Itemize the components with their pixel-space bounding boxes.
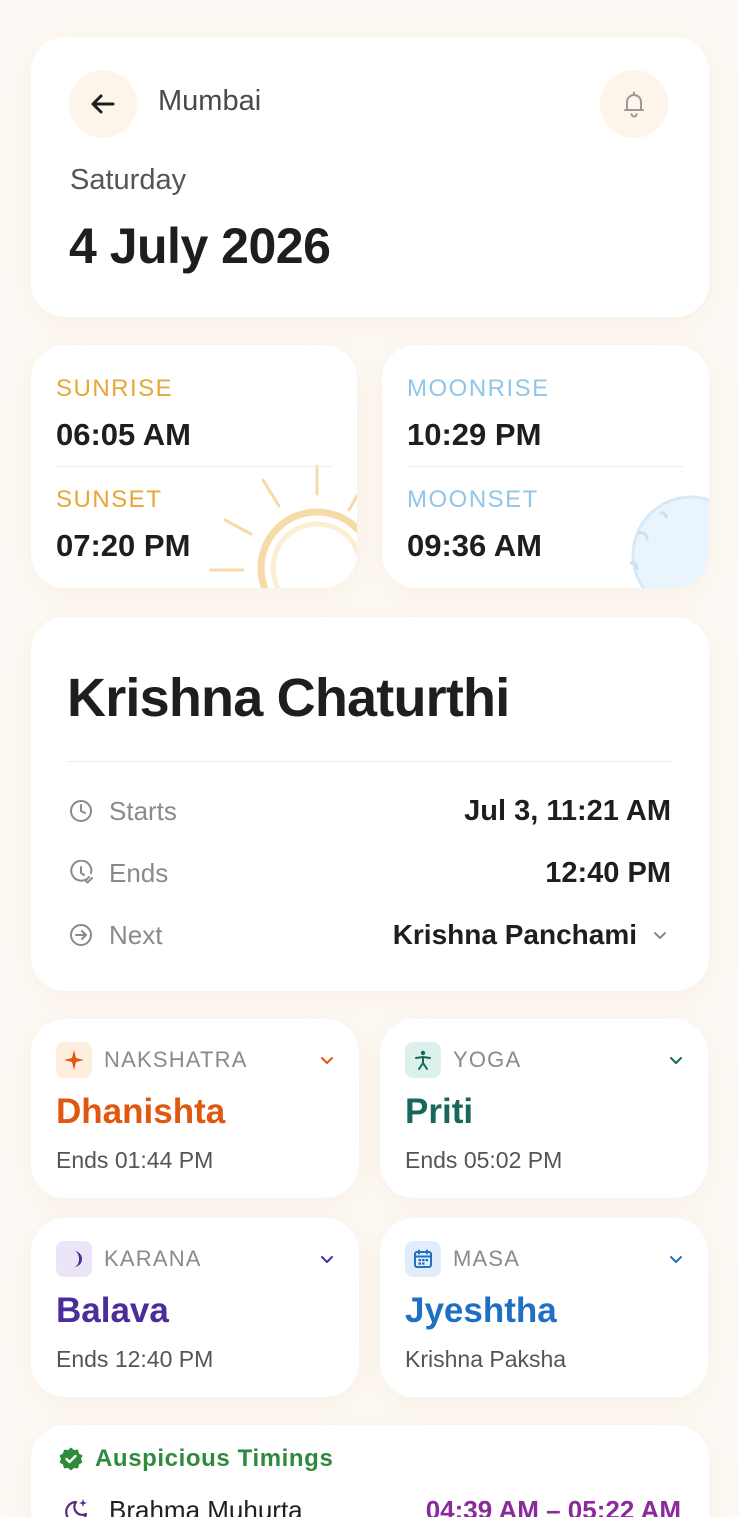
karana-value: Balava <box>56 1291 169 1330</box>
karana-label: KARANA <box>104 1246 202 1271</box>
arrow-circle-right-icon <box>67 921 95 949</box>
auspicious-timings-title: Auspicious Timings <box>95 1445 334 1472</box>
starts-label: Starts <box>109 795 177 826</box>
header-card: Mumbai Saturday 4 July 2026 <box>31 37 709 317</box>
sunrise-label: SUNRISE <box>56 375 174 402</box>
notifications-button[interactable] <box>600 70 668 138</box>
yoga-figure-icon <box>405 1042 441 1078</box>
sun-decoration-icon <box>209 464 357 588</box>
chevron-down-icon[interactable] <box>668 1052 684 1068</box>
starts-value: Jul 3, 11:21 AM <box>464 794 671 827</box>
yoga-value: Priti <box>405 1092 474 1131</box>
ends-value: 12:40 PM <box>545 856 671 889</box>
city-name: Mumbai <box>158 85 262 117</box>
yoga-card[interactable]: YOGA Priti Ends 05:02 PM <box>380 1019 708 1198</box>
nakshatra-label: NAKSHATRA <box>104 1047 248 1072</box>
nakshatra-card[interactable]: NAKSHATRA Dhanishta Ends 01:44 PM <box>31 1019 359 1198</box>
sunset-label: SUNSET <box>56 486 163 513</box>
chevron-down-icon[interactable] <box>651 926 669 944</box>
weekday: Saturday <box>70 164 187 196</box>
chevron-down-icon[interactable] <box>319 1251 335 1267</box>
brahma-muhurta-time: 04:39 AM – 05:22 AM <box>425 1495 681 1517</box>
sun-card: SUNRISE 06:05 AM SUNSET 07:20 PM <box>31 345 357 588</box>
half-moon-icon <box>56 1241 92 1277</box>
yoga-ends: Ends 05:02 PM <box>405 1147 563 1173</box>
ends-label: Ends <box>109 857 169 888</box>
date-heading: 4 July 2026 <box>69 218 331 274</box>
moon-decoration-icon <box>629 495 709 588</box>
bell-icon <box>624 91 644 118</box>
back-button[interactable] <box>69 70 137 138</box>
next-value: Krishna Panchami <box>392 919 637 950</box>
divider <box>56 466 332 467</box>
moonset-label: MOONSET <box>407 486 539 513</box>
auspicious-timings-card: Auspicious Timings Brahma Muhurta 04:39 … <box>31 1425 709 1517</box>
chevron-down-icon[interactable] <box>319 1052 335 1068</box>
next-label: Next <box>109 919 163 950</box>
karana-ends: Ends 12:40 PM <box>56 1346 214 1372</box>
nakshatra-ends: Ends 01:44 PM <box>56 1147 214 1173</box>
clock-check-icon <box>67 859 95 887</box>
masa-label: MASA <box>453 1246 521 1271</box>
masa-value: Jyeshtha <box>405 1291 557 1330</box>
moonrise-time: 10:29 PM <box>407 417 542 452</box>
karana-card[interactable]: KARANA Balava Ends 12:40 PM <box>31 1218 359 1397</box>
brahma-muhurta-label: Brahma Muhurta <box>109 1495 303 1517</box>
yoga-label: YOGA <box>453 1047 522 1072</box>
arrow-left-icon <box>91 94 115 114</box>
masa-paksha: Krishna Paksha <box>405 1346 567 1372</box>
sunrise-time: 06:05 AM <box>56 417 191 452</box>
clock-icon <box>67 797 95 825</box>
chevron-down-icon[interactable] <box>668 1251 684 1267</box>
nakshatra-value: Dhanishta <box>56 1092 226 1131</box>
tithi-name: Krishna Chaturthi <box>67 668 510 728</box>
moonset-time: 09:36 AM <box>407 528 542 563</box>
calendar-icon <box>405 1241 441 1277</box>
divider <box>67 761 673 762</box>
sparkle-icon <box>56 1042 92 1078</box>
masa-card[interactable]: MASA Jyeshtha Krishna Paksha <box>380 1218 708 1397</box>
divider <box>407 466 683 467</box>
tithi-next-row[interactable]: Next Krishna Panchami <box>67 915 671 955</box>
moon-card: MOONRISE 10:29 PM MOONSET 09:36 AM <box>382 345 709 588</box>
tithi-ends-row: Ends 12:40 PM <box>67 853 671 893</box>
tithi-starts-row: Starts Jul 3, 11:21 AM <box>67 791 671 831</box>
verified-check-icon <box>59 1447 83 1471</box>
sunset-time: 07:20 PM <box>56 528 191 563</box>
moonrise-label: MOONRISE <box>407 375 550 402</box>
moon-stars-icon <box>65 1499 88 1517</box>
tithi-card: Krishna Chaturthi Starts Jul 3, 11:21 AM… <box>31 617 709 991</box>
